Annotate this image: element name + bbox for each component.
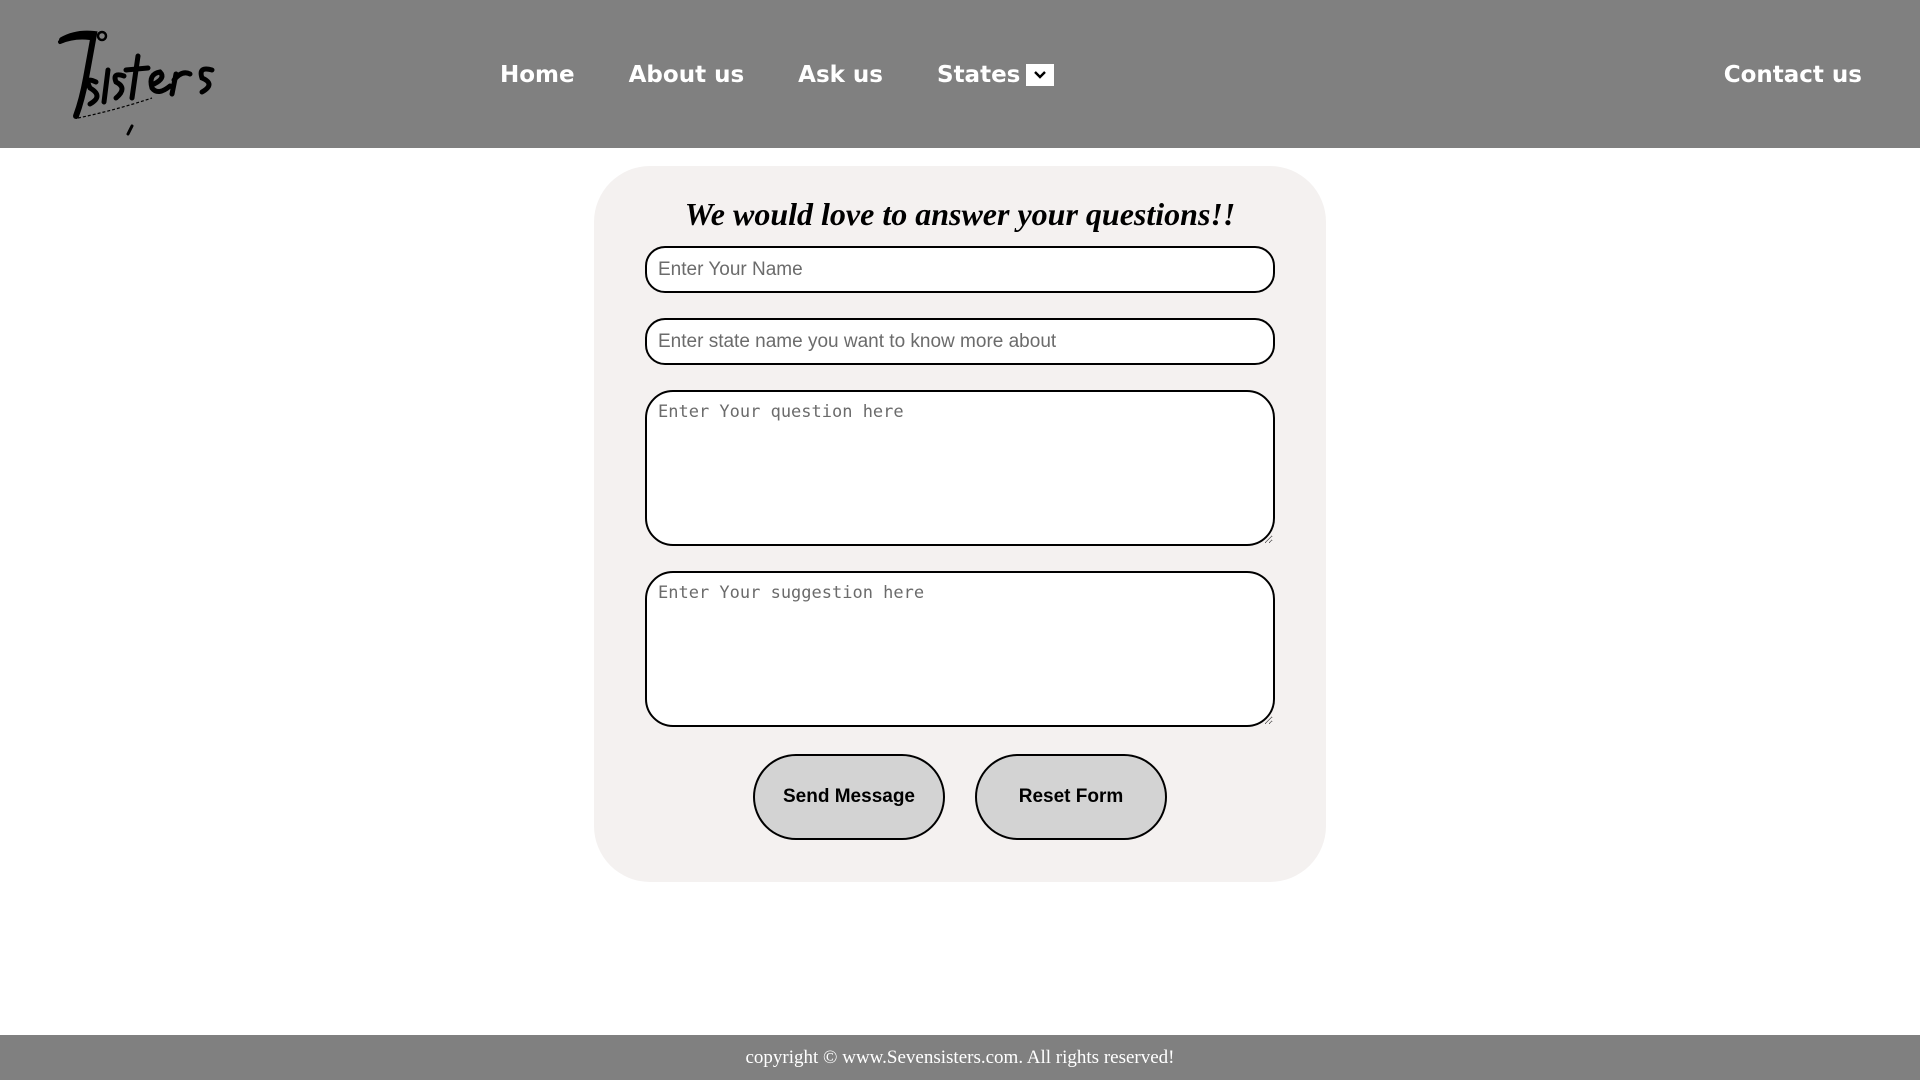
question-form-card: We would love to answer your questions!!… xyxy=(594,166,1326,882)
state-input[interactable] xyxy=(645,318,1275,365)
states-dropdown-toggle[interactable] xyxy=(1026,64,1055,86)
nav-ask-us[interactable]: Ask us xyxy=(798,62,883,88)
nav-contact-us[interactable]: Contact us xyxy=(1724,62,1862,88)
chevron-down-icon xyxy=(1034,71,1047,79)
name-input[interactable] xyxy=(645,246,1275,293)
site-footer: copyright © www.Sevensisters.com. All ri… xyxy=(0,1035,1920,1080)
send-message-button[interactable]: Send Message xyxy=(753,754,945,840)
nav-states[interactable]: States xyxy=(937,62,1055,88)
form-title: We would love to answer your questions!! xyxy=(684,196,1236,232)
logo-image xyxy=(58,30,215,136)
top-navigation-bar: Home About us Ask us States Contact us xyxy=(0,0,1920,148)
reset-form-button[interactable]: Reset Form xyxy=(975,754,1167,840)
nav-states-label: States xyxy=(937,62,1021,88)
site-logo[interactable] xyxy=(56,26,226,138)
suggestion-textarea[interactable] xyxy=(645,571,1275,727)
main-nav: Home About us Ask us States xyxy=(500,62,1108,88)
nav-home[interactable]: Home xyxy=(500,62,575,88)
question-textarea[interactable] xyxy=(645,390,1275,546)
copyright-text: copyright © www.Sevensisters.com. All ri… xyxy=(745,1047,1175,1068)
nav-about-us[interactable]: About us xyxy=(629,62,745,88)
